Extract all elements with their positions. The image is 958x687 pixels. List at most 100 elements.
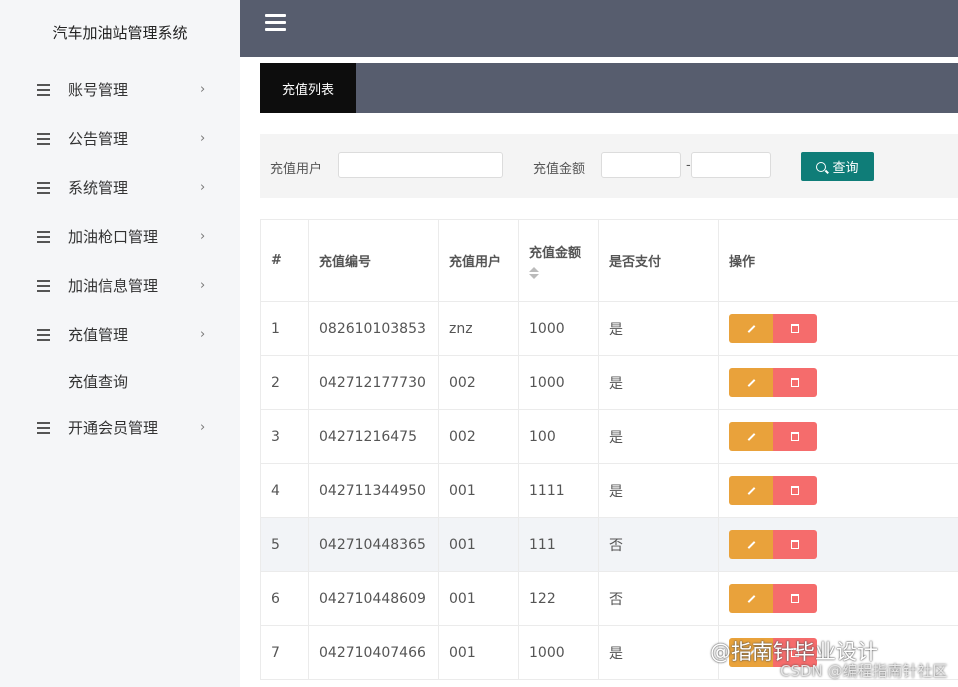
table-header-row: # 充值编号 充值用户 充值金额 是否支付 操作 <box>260 219 958 302</box>
delete-button[interactable] <box>773 530 817 559</box>
menu-icon <box>37 230 50 243</box>
edit-button[interactable] <box>729 530 773 559</box>
recharge-amount-label: 充值金额 <box>533 162 586 177</box>
cell-index: 2 <box>260 355 309 410</box>
table-row: 5 042710448365 001 111 否 <box>260 517 958 572</box>
menu-icon <box>37 421 50 434</box>
sidebar-item-membership[interactable]: 开通会员管理 › <box>0 403 240 452</box>
search-panel: 充值用户 充值金额 - 查询 <box>260 134 958 198</box>
chevron-right-icon: › <box>200 327 206 342</box>
query-button[interactable]: 查询 <box>801 152 874 181</box>
watermark-text-secondary: CSDN @编程指南针社区 <box>780 662 948 680</box>
sidebar-item-recharge[interactable]: 充值管理 › <box>0 310 240 359</box>
hamburger-menu-icon[interactable] <box>265 14 286 32</box>
cell-actions <box>718 409 958 464</box>
cell-paid: 是 <box>598 625 719 680</box>
cell-paid: 是 <box>598 301 719 356</box>
cell-index: 1 <box>260 301 309 356</box>
cell-amount: 1000 <box>518 355 599 410</box>
trash-icon <box>791 594 799 603</box>
trash-icon <box>791 540 799 549</box>
edit-button[interactable] <box>729 314 773 343</box>
col-header-recharge-no: 充值编号 <box>308 219 439 302</box>
cell-actions <box>718 301 958 356</box>
sidebar-subitem-recharge-query[interactable]: 充值查询 <box>0 359 240 403</box>
edit-button[interactable] <box>729 584 773 613</box>
cell-paid: 否 <box>598 517 719 572</box>
cell-index: 7 <box>260 625 309 680</box>
edit-icon <box>747 594 755 603</box>
tab-bar: 充值列表 <box>260 63 958 113</box>
cell-user: znz <box>438 301 519 356</box>
chevron-right-icon: › <box>200 420 206 435</box>
recharge-user-input[interactable] <box>338 152 503 178</box>
delete-button[interactable] <box>773 422 817 451</box>
cell-user: 002 <box>438 355 519 410</box>
trash-icon <box>791 378 799 387</box>
delete-button[interactable] <box>773 368 817 397</box>
col-header-paid: 是否支付 <box>598 219 719 302</box>
chevron-right-icon: › <box>200 278 206 293</box>
sidebar-item-account[interactable]: 账号管理 › <box>0 65 240 114</box>
menu-icon <box>37 83 50 96</box>
cell-user: 002 <box>438 409 519 464</box>
col-header-amount[interactable]: 充值金额 <box>518 219 599 302</box>
chevron-right-icon: › <box>200 180 206 195</box>
tab-recharge-list[interactable]: 充值列表 <box>260 63 356 113</box>
sidebar-item-label: 账号管理 <box>68 81 129 99</box>
cell-user: 001 <box>438 463 519 518</box>
edit-button[interactable] <box>729 422 773 451</box>
sidebar: 汽车加油站管理系统 账号管理 › 公告管理 › 系统管理 › 加油枪口管理 › … <box>0 0 240 687</box>
chevron-right-icon: › <box>200 82 206 97</box>
cell-paid: 是 <box>598 355 719 410</box>
table-row: 6 042710448609 001 122 否 <box>260 571 958 626</box>
menu-icon <box>37 181 50 194</box>
trash-icon <box>791 486 799 495</box>
cell-paid: 是 <box>598 463 719 518</box>
edit-button[interactable] <box>729 368 773 397</box>
cell-amount: 1111 <box>518 463 599 518</box>
sidebar-item-label: 充值管理 <box>68 326 129 344</box>
delete-button[interactable] <box>773 314 817 343</box>
chevron-right-icon: › <box>200 229 206 244</box>
cell-amount: 122 <box>518 571 599 626</box>
table-row: 1 082610103853 znz 1000 是 <box>260 301 958 356</box>
col-header-index: # <box>260 219 309 302</box>
sidebar-item-nozzle[interactable]: 加油枪口管理 › <box>0 212 240 261</box>
cell-user: 001 <box>438 517 519 572</box>
cell-recharge-no: 04271216475 <box>308 409 439 464</box>
sort-icon[interactable] <box>529 267 539 279</box>
sidebar-item-system[interactable]: 系统管理 › <box>0 163 240 212</box>
chevron-right-icon: › <box>200 131 206 146</box>
edit-icon <box>747 540 755 549</box>
sidebar-item-refuel-info[interactable]: 加油信息管理 › <box>0 261 240 310</box>
sidebar-item-label: 系统管理 <box>68 179 129 197</box>
cell-user: 001 <box>438 625 519 680</box>
recharge-table: # 充值编号 充值用户 充值金额 是否支付 操作 1 082610103853 … <box>260 219 958 680</box>
edit-icon <box>747 378 755 387</box>
amount-max-input[interactable] <box>691 152 771 178</box>
sidebar-subitem-label: 充值查询 <box>68 373 129 391</box>
cell-actions <box>718 571 958 626</box>
cell-recharge-no: 082610103853 <box>308 301 439 356</box>
cell-paid: 否 <box>598 571 719 626</box>
cell-actions <box>718 517 958 572</box>
menu-icon <box>37 132 50 145</box>
menu-icon <box>37 328 50 341</box>
cell-recharge-no: 042710448365 <box>308 517 439 572</box>
sidebar-item-label: 加油信息管理 <box>68 277 159 295</box>
range-dash: - <box>686 158 691 173</box>
delete-button[interactable] <box>773 476 817 505</box>
sidebar-item-label: 开通会员管理 <box>68 419 159 437</box>
sidebar-item-announcement[interactable]: 公告管理 › <box>0 114 240 163</box>
cell-index: 4 <box>260 463 309 518</box>
cell-index: 3 <box>260 409 309 464</box>
edit-button[interactable] <box>729 476 773 505</box>
amount-min-input[interactable] <box>601 152 681 178</box>
col-header-user: 充值用户 <box>438 219 519 302</box>
edit-icon <box>747 324 755 333</box>
top-bar <box>240 0 958 57</box>
cell-user: 001 <box>438 571 519 626</box>
delete-button[interactable] <box>773 584 817 613</box>
cell-recharge-no: 042710448609 <box>308 571 439 626</box>
